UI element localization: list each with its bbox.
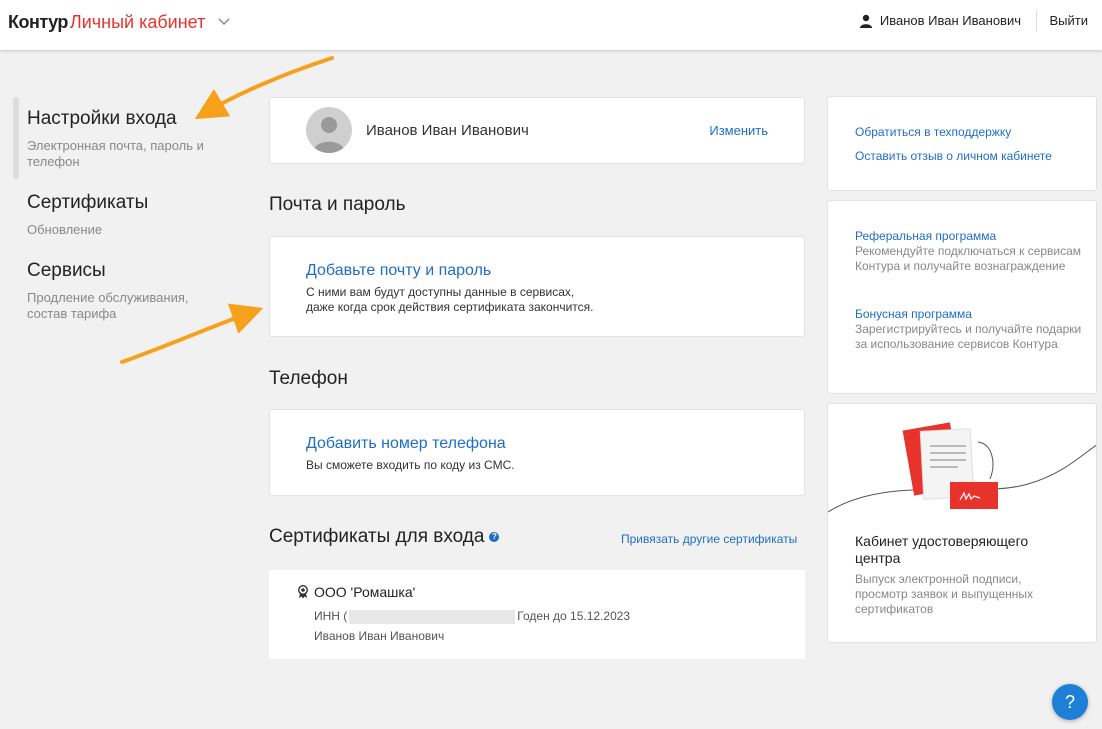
brand-name: Контур	[8, 12, 68, 32]
phone-section-title: Телефон	[269, 368, 348, 389]
avatar	[306, 107, 352, 153]
email-card: Добавьте почту и пароль С ними вам будут…	[269, 236, 805, 337]
support-link[interactable]: Обратиться в техподдержку	[855, 125, 1011, 139]
sidebar-item-subtitle: Продление обслуживания, состав тарифа	[27, 290, 189, 321]
ca-title: Кабинет удостоверяющего центра	[855, 533, 1029, 566]
help-button[interactable]: ?	[1052, 684, 1088, 720]
bonus-link[interactable]: Бонусная программа	[855, 307, 972, 321]
profile-card: Иванов Иван Иванович Изменить	[269, 97, 805, 164]
sidebar-item-title: Настройки входа	[27, 108, 177, 129]
documents-illustration	[828, 422, 1096, 513]
avatar-placeholder-icon	[313, 117, 345, 153]
chevron-down-icon[interactable]	[217, 14, 231, 28]
help-icon[interactable]: ?	[489, 531, 500, 542]
sidebar-item-title: Сертификаты	[27, 192, 149, 213]
sidebar-item-login-settings[interactable]: Настройки входа Электронная почта, парол…	[27, 108, 237, 170]
phone-desc: Вы сможете входить по коду из СМС.	[306, 458, 515, 472]
ca-desc: Выпуск электронной подписи, просмотр зая…	[855, 572, 1034, 616]
link-other-certs[interactable]: Привязать другие сертификаты	[621, 532, 797, 546]
referral-desc: Рекомендуйте подключаться к сервисам Кон…	[855, 244, 1082, 273]
user-menu[interactable]: Иванов Иван Иванович	[859, 13, 1021, 28]
user-name: Иванов Иван Иванович	[879, 13, 1021, 28]
sidebar-item-services[interactable]: Сервисы Продление обслуживания, состав т…	[27, 260, 237, 322]
cert-inn-label: ИНН (	[314, 609, 348, 623]
bonus-desc: Зарегистрируйтесь и получайте подарки за…	[855, 322, 1082, 351]
ca-card[interactable]: Кабинет удостоверяющего центра Выпуск эл…	[827, 403, 1097, 643]
top-header: Контур Личный кабинет Иванов Иван Иванов…	[0, 0, 1102, 50]
email-desc-line1: С ними вам будут доступны данные в серви…	[306, 285, 575, 299]
active-indicator	[13, 97, 19, 179]
cert-org-name: ООО 'Ромашка'	[314, 584, 416, 600]
redacted-inn	[349, 609, 516, 624]
sidebar-item-subtitle: Электронная почта, пароль и телефон	[27, 138, 204, 169]
user-icon	[859, 14, 872, 28]
cert-valid-until: Годен до 15.12.2023	[517, 609, 631, 623]
certs-title-text: Сертификаты для входа	[269, 526, 485, 547]
product-name: Личный кабинет	[69, 12, 206, 32]
sidebar-item-certificates[interactable]: Сертификаты Обновление	[27, 192, 237, 238]
email-section-title: Почта и пароль	[269, 194, 406, 215]
edit-profile-link[interactable]: Изменить	[709, 123, 768, 138]
add-phone-link[interactable]: Добавить номер телефона	[306, 435, 506, 453]
referral-link[interactable]: Реферальная программа	[855, 229, 996, 243]
cert-details: ИНН ( Годен до 15.12.2023	[314, 609, 630, 624]
profile-name: Иванов Иван Иванович	[366, 122, 529, 139]
programs-card: Реферальная программа Рекомендуйте подкл…	[827, 200, 1097, 394]
feedback-link[interactable]: Оставить отзыв о личном кабинете	[855, 149, 1052, 163]
support-card: Обратиться в техподдержку Оставить отзыв…	[827, 96, 1097, 191]
certificate-icon	[298, 585, 308, 599]
cert-org-row: ООО 'Ромашка'	[297, 584, 415, 600]
phone-card: Добавить номер телефона Вы сможете входи…	[269, 409, 805, 496]
certs-section-title: Сертификаты для входа?	[269, 526, 500, 548]
sidebar-item-subtitle: Обновление	[27, 222, 103, 237]
add-email-link[interactable]: Добавьте почту и пароль	[306, 262, 491, 280]
sidebar-item-title: Сервисы	[27, 260, 106, 281]
logout-link[interactable]: Выйти	[1050, 13, 1089, 28]
logo[interactable]: Контур Личный кабинет	[8, 12, 231, 33]
cert-owner: Иванов Иван Иванович	[314, 629, 445, 643]
header-divider	[1036, 10, 1037, 32]
certificate-item[interactable]: ООО 'Ромашка' ИНН ( Годен до 15.12.2023 И…	[269, 570, 805, 659]
email-desc-line2: даже когда срок действия сертификата зак…	[306, 300, 594, 314]
